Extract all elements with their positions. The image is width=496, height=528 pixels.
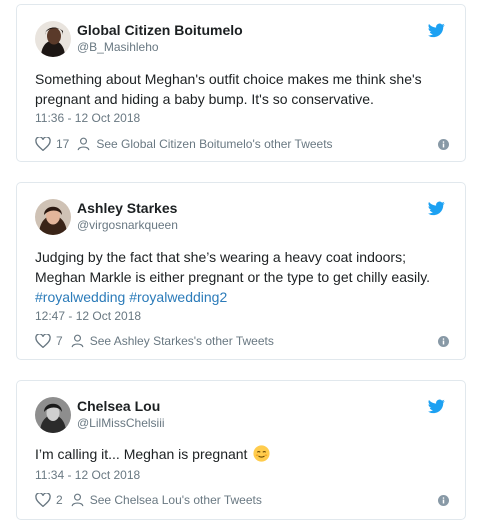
avatar[interactable]: [35, 21, 71, 57]
tweet-timestamp[interactable]: 11:34 - 12 Oct 2018: [35, 468, 140, 482]
twitter-bird-icon[interactable]: [428, 399, 445, 414]
heart-icon: [35, 334, 51, 348]
tweet-actions: 2 See Chelsea Lou's other Tweets: [35, 491, 449, 509]
profile-link[interactable]: See Global Citizen Boitumelo's other Twe…: [77, 137, 333, 151]
person-icon: [71, 493, 84, 507]
twitter-bird-icon[interactable]: [428, 23, 445, 38]
like-count: 17: [56, 137, 70, 151]
avatar-image: [35, 199, 71, 235]
tweet-card[interactable]: Chelsea Lou @LilMissChelsiii I’m calling…: [16, 380, 466, 520]
tweet-text: I’m calling it... Meghan is pregnant: [35, 444, 455, 464]
author-handle[interactable]: @virgosnarkqueen: [77, 218, 178, 232]
info-icon[interactable]: [438, 138, 449, 150]
profile-link-text[interactable]: See Chelsea Lou's other Tweets: [90, 493, 262, 507]
info-icon[interactable]: [438, 494, 449, 506]
hashtag-link[interactable]: #royalwedding2: [129, 289, 227, 305]
tweet-actions: 17 See Global Citizen Boitumelo's other …: [35, 135, 449, 153]
avatar[interactable]: [35, 397, 71, 433]
author-name[interactable]: Global Citizen Boitumelo: [77, 22, 243, 38]
heart-icon: [35, 493, 51, 507]
author-name[interactable]: Chelsea Lou: [77, 398, 160, 414]
profile-link-text[interactable]: See Ashley Starkes's other Tweets: [90, 334, 274, 348]
tweet-text-body: I’m calling it... Meghan is pregnant: [35, 446, 248, 462]
tweet-card[interactable]: Global Citizen Boitumelo @B_Masihleho So…: [16, 4, 466, 162]
avatar-image: [35, 21, 71, 57]
like-count: 2: [56, 493, 63, 507]
author-handle[interactable]: @LilMissChelsiii: [77, 416, 165, 430]
tweet-timestamp[interactable]: 12:47 - 12 Oct 2018: [35, 309, 141, 323]
tweet-actions: 7 See Ashley Starkes's other Tweets: [35, 332, 449, 350]
tweet-text: Something about Meghan's outfit choice m…: [35, 71, 422, 107]
avatar[interactable]: [35, 199, 71, 235]
like-button[interactable]: 17: [35, 137, 69, 151]
like-count: 7: [56, 334, 63, 348]
profile-link[interactable]: See Ashley Starkes's other Tweets: [71, 334, 274, 348]
tweet-card[interactable]: Ashley Starkes @virgosnarkqueen Judging …: [16, 182, 466, 360]
person-icon: [78, 137, 90, 151]
author-name[interactable]: Ashley Starkes: [77, 200, 177, 216]
tweet-text-body: Judging by the fact that she’s wearing a…: [35, 249, 431, 285]
tweet-timestamp[interactable]: 11:36 - 12 Oct 2018: [35, 111, 140, 125]
profile-link[interactable]: See Chelsea Lou's other Tweets: [71, 493, 262, 507]
avatar-image: [35, 397, 71, 433]
like-button[interactable]: 7: [35, 334, 63, 348]
tweet-text: Judging by the fact that she’s wearing a…: [35, 247, 455, 307]
author-handle[interactable]: @B_Masihleho: [77, 40, 159, 54]
profile-link-text[interactable]: See Global Citizen Boitumelo's other Twe…: [96, 137, 332, 151]
hashtag-link[interactable]: #royalwedding: [35, 289, 125, 305]
like-button[interactable]: 2: [35, 493, 63, 507]
relieved-face-emoji-icon: [253, 445, 270, 462]
person-icon: [71, 334, 84, 348]
info-icon[interactable]: [438, 335, 449, 347]
heart-icon: [35, 137, 51, 151]
twitter-bird-icon[interactable]: [428, 201, 445, 216]
